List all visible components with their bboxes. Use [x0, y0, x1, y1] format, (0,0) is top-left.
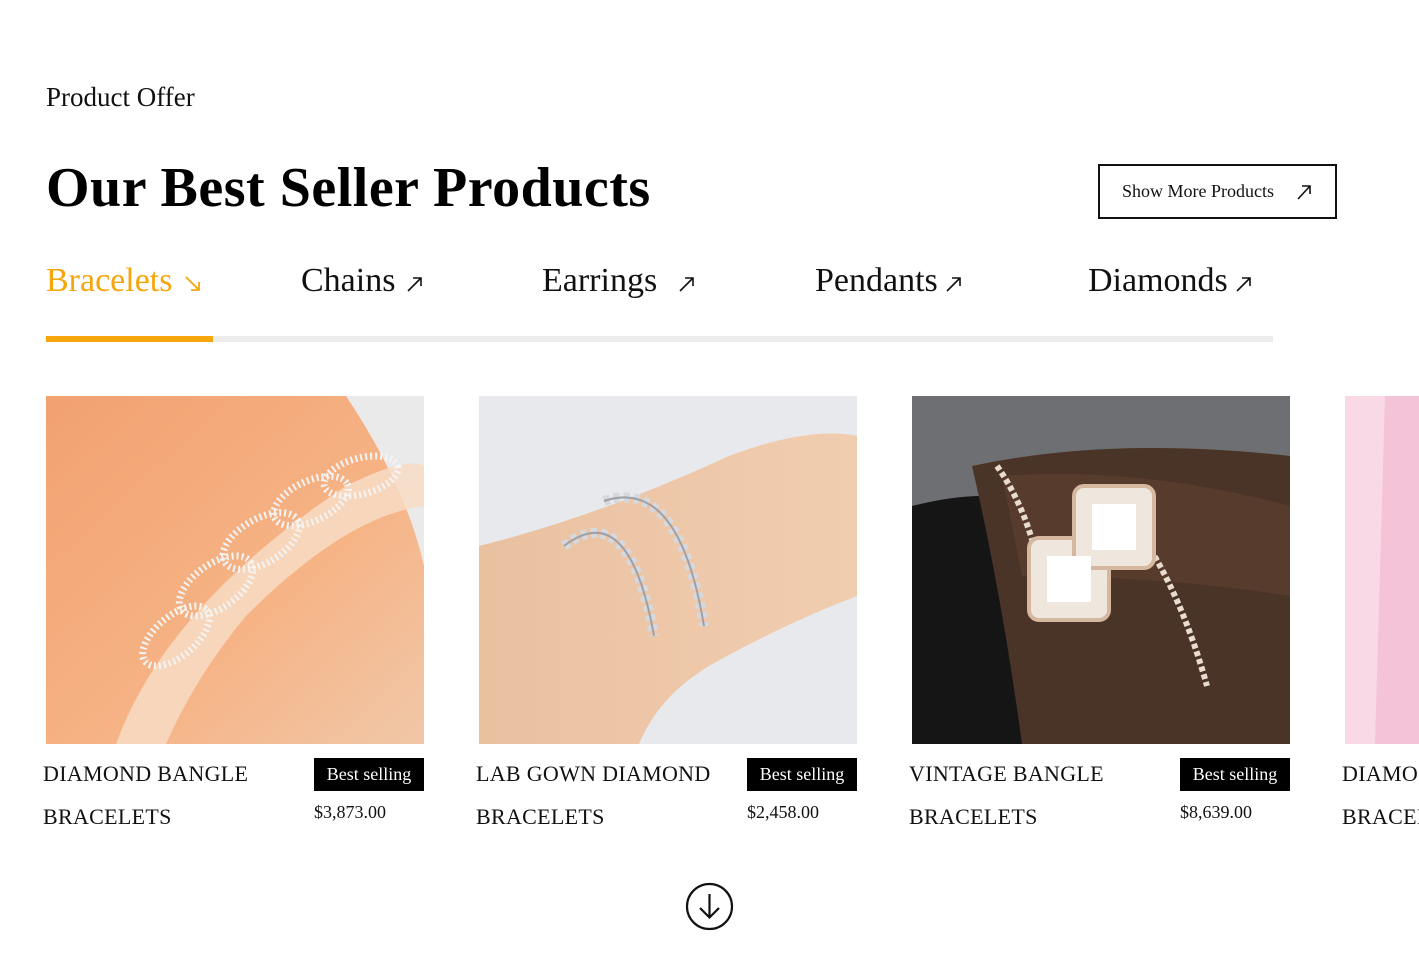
- product-name[interactable]: DIAMO BRACEI: [1342, 752, 1419, 838]
- product-image-lab-gown-diamond[interactable]: [479, 396, 857, 744]
- tab-earrings[interactable]: Earrings: [542, 262, 697, 300]
- active-tab-indicator: [46, 336, 213, 342]
- tab-label: Diamonds: [1088, 262, 1228, 299]
- best-selling-badge: Best selling: [1180, 758, 1290, 791]
- arrow-up-right-icon: [1297, 185, 1311, 200]
- tab-pendants[interactable]: Pendants: [815, 262, 964, 300]
- product-image-diamond-bangle[interactable]: [46, 396, 424, 744]
- best-selling-badge: Best selling: [747, 758, 857, 791]
- product-card[interactable]: VINTAGE BANGLE BRACELETS Best selling $8…: [909, 396, 1290, 829]
- best-seller-section: Product Offer Our Best Seller Products S…: [0, 0, 1419, 964]
- tab-bracelets[interactable]: Bracelets: [46, 262, 203, 300]
- category-tabs: Bracelets Chains Earrings Pendants Diamo…: [46, 262, 1273, 342]
- product-name[interactable]: DIAMOND BANGLE BRACELETS: [43, 752, 283, 838]
- product-card[interactable]: DIAMO BRACEI: [1342, 396, 1419, 829]
- best-selling-badge: Best selling: [314, 758, 424, 791]
- product-card[interactable]: DIAMOND BANGLE BRACELETS Best selling $3…: [43, 396, 424, 829]
- product-name[interactable]: VINTAGE BANGLE BRACELETS: [909, 752, 1149, 838]
- tab-track: [46, 336, 1273, 342]
- arrow-up-right-icon: [946, 277, 961, 292]
- tab-chains[interactable]: Chains: [301, 262, 425, 300]
- product-image-partial[interactable]: [1345, 396, 1419, 744]
- tab-label: Earrings: [542, 262, 658, 299]
- section-title: Our Best Seller Products: [46, 157, 651, 219]
- product-card[interactable]: LAB GOWN DIAMOND BRACELETS Best selling …: [476, 396, 857, 829]
- tab-label: Pendants: [815, 262, 938, 299]
- arrow-up-right-icon: [407, 277, 423, 292]
- product-price: $3,873.00: [314, 802, 386, 822]
- tab-label: Chains: [301, 262, 396, 299]
- circle-arrow-down-icon[interactable]: [685, 882, 734, 931]
- arrow-down-right-icon: [184, 276, 200, 291]
- product-name[interactable]: LAB GOWN DIAMOND BRACELETS: [476, 752, 716, 838]
- product-price: $8,639.00: [1180, 802, 1252, 822]
- arrow-up-right-icon: [679, 277, 694, 292]
- product-image-vintage-bangle[interactable]: [912, 396, 1290, 744]
- section-eyebrow: Product Offer: [46, 82, 195, 112]
- product-price: $2,458.00: [747, 802, 819, 822]
- tab-diamonds[interactable]: Diamonds: [1088, 262, 1254, 300]
- show-more-label: Show More Products: [1122, 181, 1274, 201]
- show-more-products-button[interactable]: Show More Products: [1098, 164, 1337, 219]
- arrow-up-right-icon: [1236, 277, 1251, 292]
- tab-label: Bracelets: [46, 262, 173, 299]
